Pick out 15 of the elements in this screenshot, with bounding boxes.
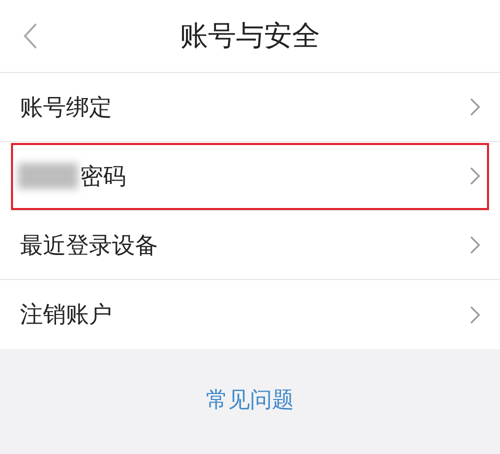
chevron-right-icon bbox=[470, 306, 480, 324]
settings-item[interactable]: 密码 bbox=[10, 142, 490, 211]
item-label: 最近登录设备 bbox=[20, 232, 158, 260]
page-title: 账号与安全 bbox=[180, 18, 320, 54]
chevron-right-icon bbox=[470, 236, 480, 254]
settings-item[interactable]: 最近登录设备 bbox=[0, 211, 500, 280]
chevron-right-icon bbox=[470, 98, 480, 116]
item-label: 账号绑定 bbox=[20, 94, 112, 122]
redaction-blur bbox=[18, 163, 78, 189]
settings-item[interactable]: 账号绑定 bbox=[0, 73, 500, 142]
settings-item[interactable]: 注销账户 bbox=[0, 280, 500, 349]
item-label: 密码 bbox=[80, 162, 126, 192]
back-icon[interactable] bbox=[22, 22, 38, 50]
chevron-right-icon bbox=[470, 167, 480, 185]
item-label: 注销账户 bbox=[20, 301, 112, 330]
